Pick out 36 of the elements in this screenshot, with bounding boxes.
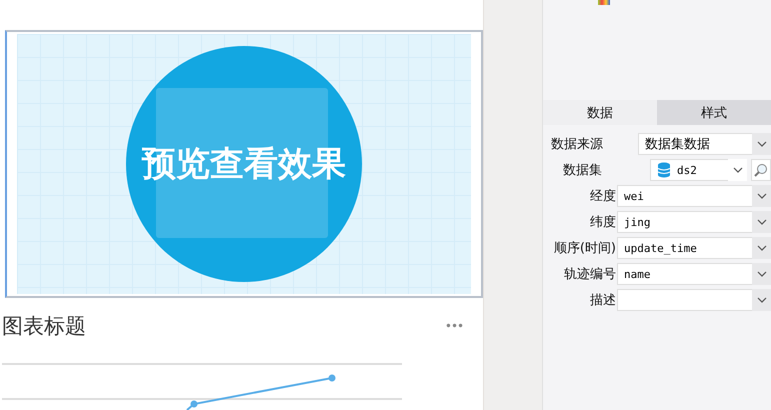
field-label: 轨迹编号 bbox=[563, 266, 617, 283]
chart-title: 图表标题 bbox=[2, 313, 86, 340]
dropdown-field[interactable]: 数据集数据 bbox=[638, 133, 771, 155]
caret-icon bbox=[756, 141, 766, 147]
field-value: ds2 bbox=[677, 164, 698, 176]
field-value: name bbox=[624, 268, 652, 280]
field-label: 经度 bbox=[589, 188, 617, 205]
field-value: jing bbox=[624, 216, 652, 228]
field-label: 纬度 bbox=[589, 214, 617, 231]
dropdown-field[interactable]: jing bbox=[617, 211, 771, 233]
caret-icon bbox=[756, 245, 766, 251]
preview-caption: 预览查看效果 bbox=[142, 142, 346, 186]
field-label: 数据集 bbox=[562, 162, 603, 179]
more-menu[interactable]: ••• bbox=[444, 319, 464, 333]
field-label: 顺序(时间) bbox=[552, 240, 617, 257]
caret-icon bbox=[756, 271, 766, 277]
dataset-dropdown[interactable]: ds2 bbox=[650, 159, 747, 181]
dropdown-field[interactable]: update_time bbox=[617, 237, 771, 259]
database-icon bbox=[657, 162, 671, 178]
field-value: wei bbox=[624, 190, 645, 202]
field-value: 数据集数据 bbox=[645, 136, 711, 153]
dropdown-field[interactable]: name bbox=[617, 263, 771, 285]
panel-tab[interactable]: 数据 bbox=[543, 100, 657, 125]
field-label: 数据来源 bbox=[550, 136, 604, 153]
app-icon bbox=[598, 0, 610, 5]
field-label: 描述 bbox=[589, 292, 617, 309]
search-button[interactable] bbox=[751, 159, 771, 181]
caret-icon bbox=[732, 167, 742, 173]
caret-icon bbox=[756, 219, 766, 225]
caret-icon bbox=[756, 297, 766, 303]
caret-icon bbox=[756, 193, 766, 199]
search-icon bbox=[754, 163, 768, 177]
dropdown-field[interactable]: wei bbox=[617, 185, 771, 207]
field-value: update_time bbox=[624, 242, 698, 254]
dropdown-field[interactable] bbox=[617, 289, 771, 311]
panel-tab[interactable]: 样式 bbox=[657, 100, 771, 125]
